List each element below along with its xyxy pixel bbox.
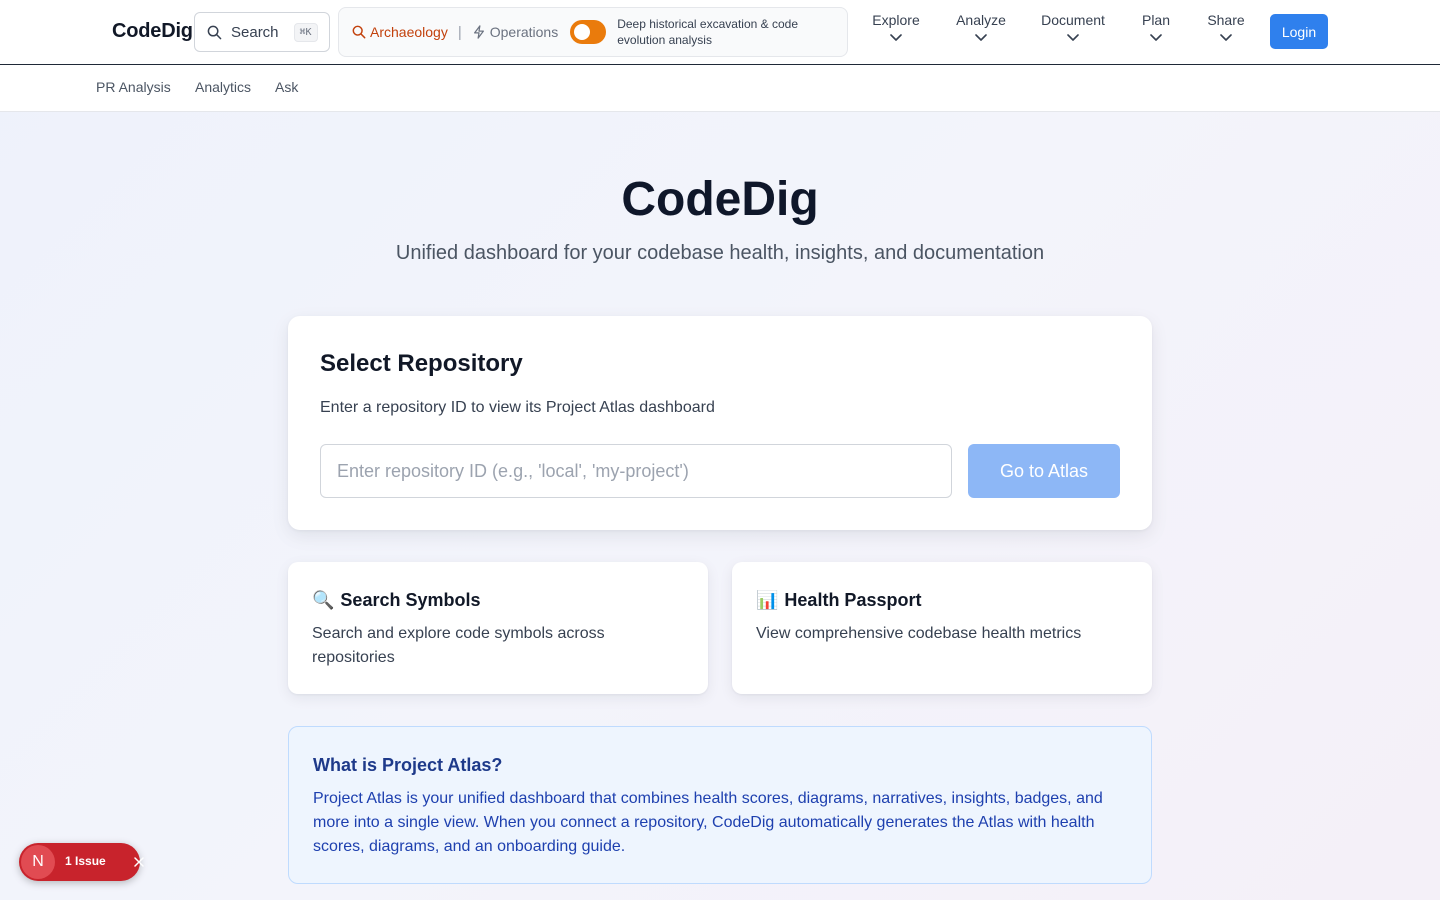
menu-explore[interactable]: Explore <box>872 12 920 43</box>
feature-description: View comprehensive codebase health metri… <box>756 625 1082 642</box>
menu-document-label: Document <box>1041 12 1105 28</box>
search-icon <box>207 25 222 39</box>
menu-plan[interactable]: Plan <box>1141 12 1171 43</box>
page-title: CodeDig <box>621 173 819 226</box>
select-repository-card: Select Repository Enter a repository ID … <box>288 316 1152 530</box>
search-shortcut: ⌘K <box>293 22 318 42</box>
chevron-down-icon <box>1220 34 1232 41</box>
repository-id-input[interactable] <box>320 444 952 498</box>
sub-navigation: PR Analysis Analytics Ask <box>0 65 1440 112</box>
chevron-down-icon <box>1067 34 1079 41</box>
mode-operations-label: Operations <box>489 24 559 40</box>
feature-description: Search and explore code symbols across r… <box>312 625 605 666</box>
menu-analyze-label: Analyze <box>956 12 1006 28</box>
subnav-analytics[interactable]: Analytics <box>195 79 251 95</box>
search-button[interactable]: Search ⌘K <box>194 12 330 52</box>
menu-plan-label: Plan <box>1141 12 1171 28</box>
chevron-down-icon <box>1150 34 1162 41</box>
go-to-atlas-button[interactable]: Go to Atlas <box>968 444 1120 498</box>
menu-analyze[interactable]: Analyze <box>956 12 1006 43</box>
repo-card-title: Select Repository <box>320 350 523 377</box>
feature-card-search-symbols[interactable]: 🔍 Search Symbols Search and explore code… <box>288 562 708 694</box>
chevron-down-icon <box>975 34 987 41</box>
menu-document[interactable]: Document <box>1041 12 1105 43</box>
mode-switcher: Archaeology | Operations Deep historical… <box>338 7 848 57</box>
mode-operations[interactable]: Operations <box>472 24 558 40</box>
mode-toggle[interactable] <box>570 20 607 44</box>
menu-explore-label: Explore <box>872 12 920 28</box>
lightning-icon <box>473 25 484 39</box>
feature-title: 📊 Health Passport <box>756 590 921 611</box>
login-button[interactable]: Login <box>1270 14 1328 49</box>
bar-chart-icon: 📊 <box>756 590 779 610</box>
issues-count: 1 Issue <box>65 854 106 868</box>
mode-description: Deep historical excavation & code evolut… <box>617 17 798 47</box>
feature-card-health-passport[interactable]: 📊 Health Passport View comprehensive cod… <box>732 562 1152 694</box>
toggle-knob <box>574 24 591 40</box>
brand-logo[interactable]: CodeDig <box>112 20 193 43</box>
feature-title-text: Health Passport <box>784 590 922 610</box>
mode-archaeology-label: Archaeology <box>370 24 448 40</box>
feature-title: 🔍 Search Symbols <box>312 590 480 611</box>
menu-share-label: Share <box>1207 12 1245 28</box>
subnav-pr-analysis[interactable]: PR Analysis <box>96 79 171 95</box>
issues-indicator[interactable]: N 1 Issue <box>19 843 144 881</box>
mode-archaeology[interactable]: Archaeology <box>352 24 448 40</box>
framework-badge: N <box>21 845 55 879</box>
chevron-down-icon <box>890 34 902 41</box>
info-title: What is Project Atlas? <box>313 755 503 775</box>
feature-title-text: Search Symbols <box>340 590 481 610</box>
top-header: CodeDig Search ⌘K Archaeology | Operatio… <box>0 0 1440 65</box>
magnifier-icon: 🔍 <box>312 590 335 610</box>
close-icon[interactable] <box>134 857 144 867</box>
search-icon <box>352 25 366 39</box>
search-label: Search <box>231 23 279 41</box>
project-atlas-info-box: What is Project Atlas? Project Atlas is … <box>288 726 1152 884</box>
subnav-ask[interactable]: Ask <box>275 79 298 95</box>
mode-separator: | <box>457 23 462 41</box>
page-subtitle: Unified dashboard for your codebase heal… <box>395 242 1045 264</box>
repo-card-description: Enter a repository ID to view its Projec… <box>320 399 715 416</box>
menu-share[interactable]: Share <box>1206 12 1246 43</box>
info-body: Project Atlas is your unified dashboard … <box>313 790 1103 855</box>
